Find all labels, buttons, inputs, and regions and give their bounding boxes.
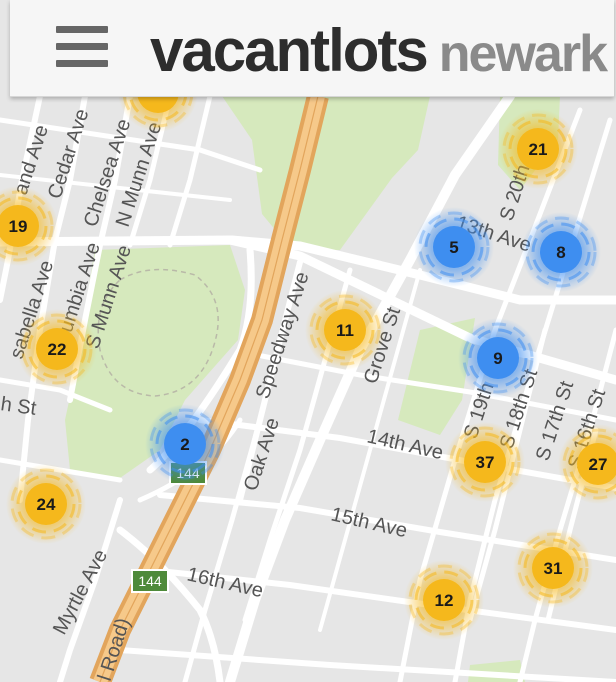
cluster-31-count: 31 bbox=[544, 559, 563, 578]
cluster-24[interactable]: 24 bbox=[6, 464, 86, 544]
cluster-11[interactable]: 11 bbox=[305, 290, 385, 370]
cluster-22-count: 22 bbox=[48, 340, 67, 359]
cluster-37-count: 37 bbox=[476, 453, 495, 472]
app-header: vacantlots newark bbox=[10, 0, 614, 97]
svg-text:144: 144 bbox=[138, 573, 162, 589]
route-shield-lower: 144 bbox=[131, 569, 169, 593]
cluster-5-count: 5 bbox=[449, 238, 458, 257]
cluster-37[interactable]: 37 bbox=[445, 422, 525, 502]
cluster-21-count: 21 bbox=[529, 140, 548, 159]
map-canvas[interactable]: 144 144 and Ave Cedar Ave Chelsea Ave N … bbox=[0, 0, 616, 682]
hamburger-menu-icon[interactable] bbox=[56, 26, 108, 68]
cluster-8-count: 8 bbox=[556, 243, 565, 262]
cluster-9[interactable]: 9 bbox=[458, 318, 538, 398]
logo-primary-text: vacantlots bbox=[150, 17, 429, 84]
cluster-8[interactable]: 8 bbox=[521, 212, 601, 292]
cluster-11-count: 11 bbox=[336, 321, 354, 340]
cluster-19-count: 19 bbox=[9, 217, 28, 236]
cluster-12[interactable]: 12 bbox=[404, 560, 484, 640]
cluster-21[interactable]: 21 bbox=[498, 109, 578, 189]
cluster-27-count: 27 bbox=[589, 455, 608, 474]
cluster-22[interactable]: 22 bbox=[17, 309, 97, 389]
cluster-5[interactable]: 5 bbox=[414, 207, 494, 287]
cluster-31[interactable]: 31 bbox=[513, 528, 593, 608]
cluster-24-count: 24 bbox=[37, 495, 56, 514]
cluster-2-count: 2 bbox=[180, 435, 189, 454]
app-logo[interactable]: vacantlots newark bbox=[150, 16, 608, 85]
cluster-9-count: 9 bbox=[493, 349, 502, 368]
cluster-12-count: 12 bbox=[435, 591, 454, 610]
cluster-2[interactable]: 2 bbox=[145, 404, 225, 484]
logo-secondary-text: newark bbox=[438, 25, 608, 83]
